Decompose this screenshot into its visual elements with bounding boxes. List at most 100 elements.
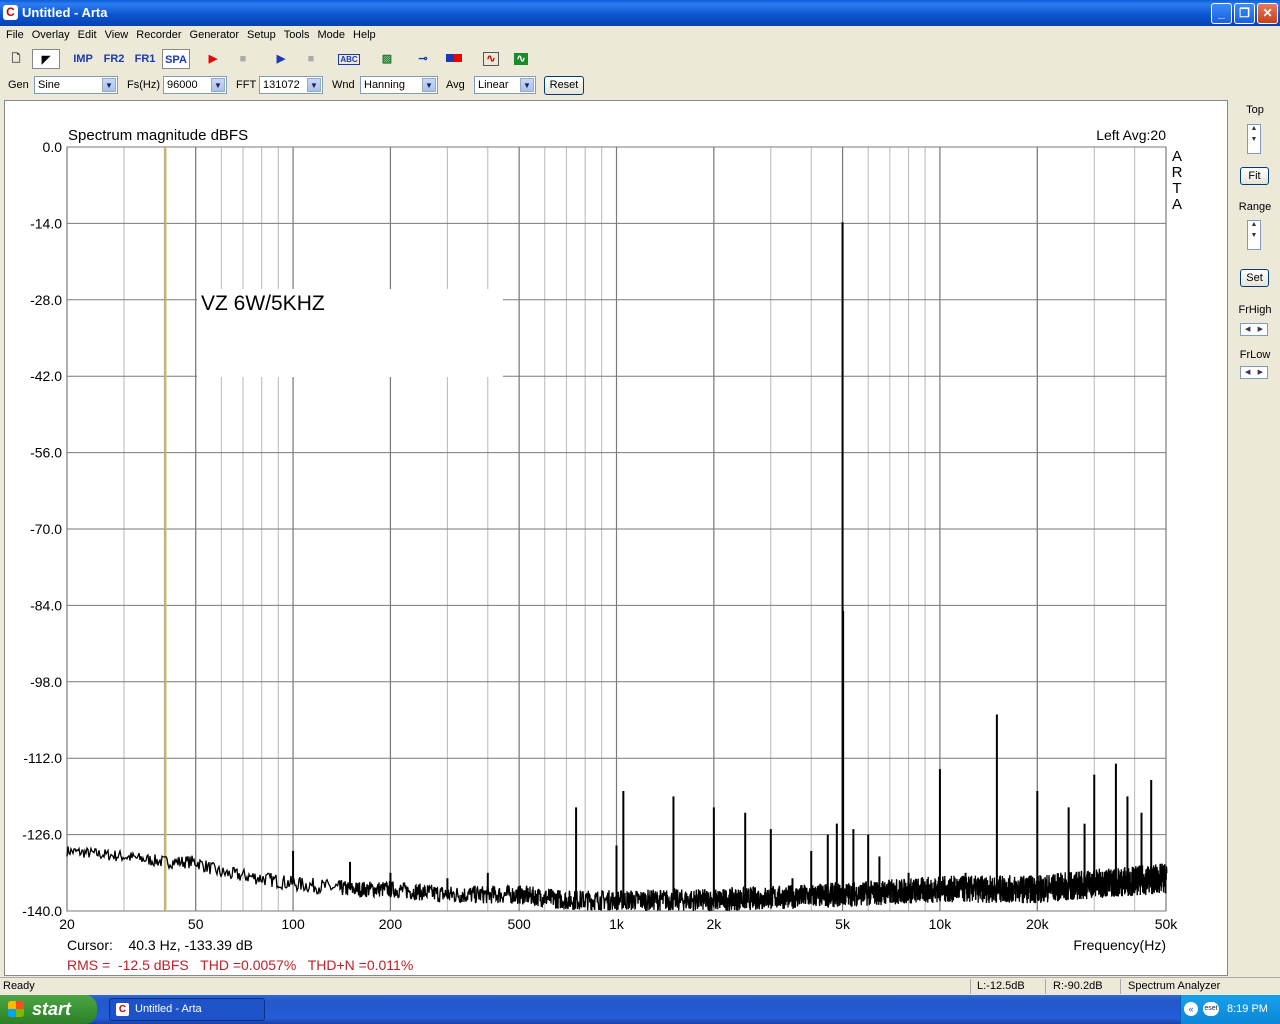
y-tick-label: -28.0 <box>30 292 62 308</box>
x-tick-label: 20k <box>1026 916 1050 932</box>
reset-button[interactable]: Reset <box>544 76 584 95</box>
restore-button[interactable]: ❐ <box>1234 3 1255 24</box>
clock: 8:19 PM <box>1227 1003 1268 1015</box>
fr2-button[interactable]: FR2 <box>101 49 127 69</box>
avg-value: Linear <box>478 79 509 91</box>
fit-button[interactable]: Fit <box>1240 167 1269 185</box>
menu-overlay[interactable]: Overlay <box>28 26 74 45</box>
set-button[interactable]: Set <box>1240 269 1269 287</box>
status-divider <box>970 979 971 994</box>
range-spinner[interactable]: ▲ ▼ <box>1247 220 1261 250</box>
system-tray: « eset 8:19 PM <box>1180 995 1280 1024</box>
chevron-down-icon: ▼ <box>1250 136 1258 143</box>
chevron-up-icon: ▲ <box>1250 221 1258 228</box>
imp-button[interactable]: IMP <box>70 49 96 69</box>
chevron-down-icon: ▼ <box>422 78 436 92</box>
y-tick-label: 0.0 <box>43 139 63 155</box>
x-tick-label: 2k <box>706 916 722 932</box>
eset-icon[interactable]: eset <box>1203 1002 1219 1016</box>
record-button[interactable]: ▶ <box>202 49 224 69</box>
annotation-label: VZ 6W/5KHZ <box>201 292 325 315</box>
x-tick-label: 200 <box>379 916 403 932</box>
wnd-value: Hanning <box>364 79 405 91</box>
spa-button[interactable]: SPA <box>162 49 190 69</box>
avg-select[interactable]: Linear ▼ <box>474 76 536 94</box>
level-icon <box>446 54 462 62</box>
pir-mode-button[interactable]: ◤ <box>32 49 60 69</box>
abc-button[interactable]: ABC <box>337 49 361 69</box>
close-icon: ✕ <box>1262 6 1273 20</box>
right-control-panel: Top ▲ ▼ Fit Range ▲ ▼ Set FrHigh ◀ ▶ FrLow … <box>1230 100 1280 976</box>
menu-recorder[interactable]: Recorder <box>132 26 185 45</box>
app-icon[interactable]: C <box>3 5 18 20</box>
stop-button[interactable]: ■ <box>232 49 254 69</box>
watermark-letter: R <box>1172 164 1183 181</box>
menu-view[interactable]: View <box>101 26 133 45</box>
abc-icon: ABC <box>338 54 360 65</box>
title-bar: C Untitled - Arta _ ❐ ✕ <box>0 0 1280 26</box>
arta-watermark: ARTA <box>1172 148 1183 213</box>
windows-logo-icon <box>8 1001 24 1017</box>
top-spinner[interactable]: ▲ ▼ <box>1247 124 1261 154</box>
window-title: Untitled - Arta <box>22 5 108 20</box>
menu-tools[interactable]: Tools <box>280 26 314 45</box>
scope-button[interactable]: ∿ <box>510 49 532 69</box>
play-button[interactable]: ▶ <box>270 49 292 69</box>
fft-select[interactable]: 131072 ▼ <box>259 76 323 94</box>
new-doc-button[interactable]: 🗋 <box>5 49 27 69</box>
status-text: Ready <box>3 980 35 992</box>
fs-value: 96000 <box>167 79 198 91</box>
main-toolbar: 🗋 ◤ IMP FR2 FR1 SPA ▶ ■ ▶ ■ ABC ▨ ⊸ ∿ ∿ <box>0 46 1280 72</box>
stop2-button[interactable]: ■ <box>300 49 322 69</box>
tray-expand-icon[interactable]: « <box>1184 1002 1198 1016</box>
mode-text: Spectrum Analyzer <box>1128 980 1221 992</box>
spa-label: SPA <box>165 54 187 66</box>
frhigh-spinner[interactable]: ◀ ▶ <box>1240 323 1268 336</box>
close-button[interactable]: ✕ <box>1257 3 1278 24</box>
spectrum-chart[interactable]: Spectrum magnitude dBFS Left Avg:20 VZ 6… <box>5 101 1227 975</box>
status-bar: Ready L:-12.5dB R:-90.2dB Spectrum Analy… <box>0 977 1280 995</box>
fr1-button[interactable]: FR1 <box>132 49 158 69</box>
gen-label: Gen <box>8 79 29 91</box>
watermark-letter: T <box>1172 180 1181 197</box>
slider-button[interactable]: ⊸ <box>412 49 434 69</box>
minimize-button[interactable]: _ <box>1211 3 1232 24</box>
menu-generator[interactable]: Generator <box>186 26 244 45</box>
start-button[interactable]: start <box>0 995 97 1024</box>
wnd-label: Wnd <box>332 79 355 91</box>
level-button[interactable] <box>443 49 465 69</box>
taskbar-item-arta[interactable]: C Untitled - Arta <box>109 998 265 1021</box>
scope-icon: ∿ <box>514 53 528 65</box>
watermark-letter: A <box>1172 196 1182 213</box>
menu-edit[interactable]: Edit <box>74 26 101 45</box>
chevron-left-icon: ◀ <box>1245 326 1251 333</box>
x-tick-label: 50k <box>1155 916 1179 932</box>
y-tick-label: -140.0 <box>22 903 62 919</box>
menu-setup[interactable]: Setup <box>243 26 280 45</box>
play-icon: ▶ <box>276 53 286 65</box>
status-divider <box>1120 979 1121 994</box>
fs-select[interactable]: 96000 ▼ <box>163 76 227 94</box>
x-tick-label: 5k <box>835 916 851 932</box>
wnd-select[interactable]: Hanning ▼ <box>360 76 438 94</box>
y-tick-label: -126.0 <box>22 827 62 843</box>
menu-mode[interactable]: Mode <box>313 26 349 45</box>
sine-button[interactable]: ∿ <box>480 49 502 69</box>
imp-label: IMP <box>73 53 93 65</box>
menu-help[interactable]: Help <box>349 26 380 45</box>
menu-file[interactable]: File <box>2 26 28 45</box>
chevron-right-icon: ▶ <box>1257 326 1263 333</box>
hatch-button[interactable]: ▨ <box>376 49 398 69</box>
stop2-icon: ■ <box>307 53 315 65</box>
fft-label: FFT <box>236 79 257 91</box>
sine-icon: ∿ <box>483 52 499 66</box>
hatch-icon: ▨ <box>381 53 393 65</box>
frlow-spinner[interactable]: ◀ ▶ <box>1240 366 1268 379</box>
fft-value: 131072 <box>263 79 300 91</box>
y-tick-label: -98.0 <box>30 674 62 690</box>
chart-title: Spectrum magnitude dBFS <box>68 127 248 144</box>
gen-select[interactable]: Sine ▼ <box>34 76 118 94</box>
spectrum-graph-panel[interactable]: Spectrum magnitude dBFS Left Avg:20 VZ 6… <box>4 100 1228 976</box>
chevron-down-icon: ▼ <box>102 78 116 92</box>
y-tick-label: -112.0 <box>23 750 62 766</box>
